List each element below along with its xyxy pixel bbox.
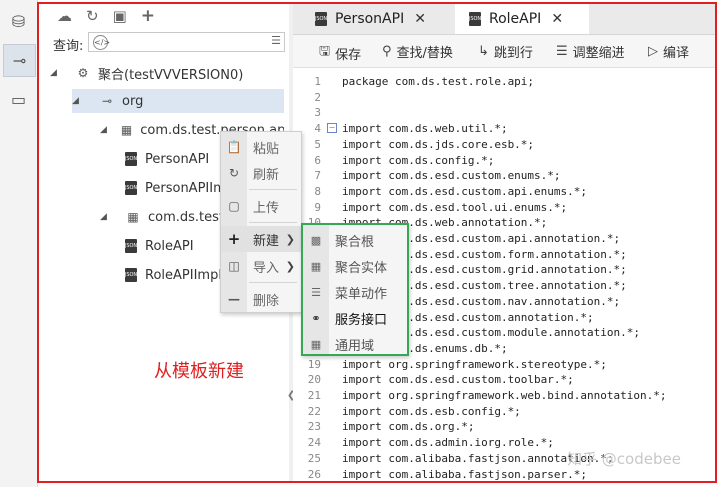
database-icon[interactable]: ⛁ [3, 6, 34, 37]
hierarchy-icon[interactable]: ⊸ [3, 44, 36, 77]
window-icon[interactable]: ▭ [3, 84, 34, 115]
highlight-frame [37, 2, 717, 483]
activity-bar: ⛁ ⊸ ▭ [0, 0, 38, 487]
